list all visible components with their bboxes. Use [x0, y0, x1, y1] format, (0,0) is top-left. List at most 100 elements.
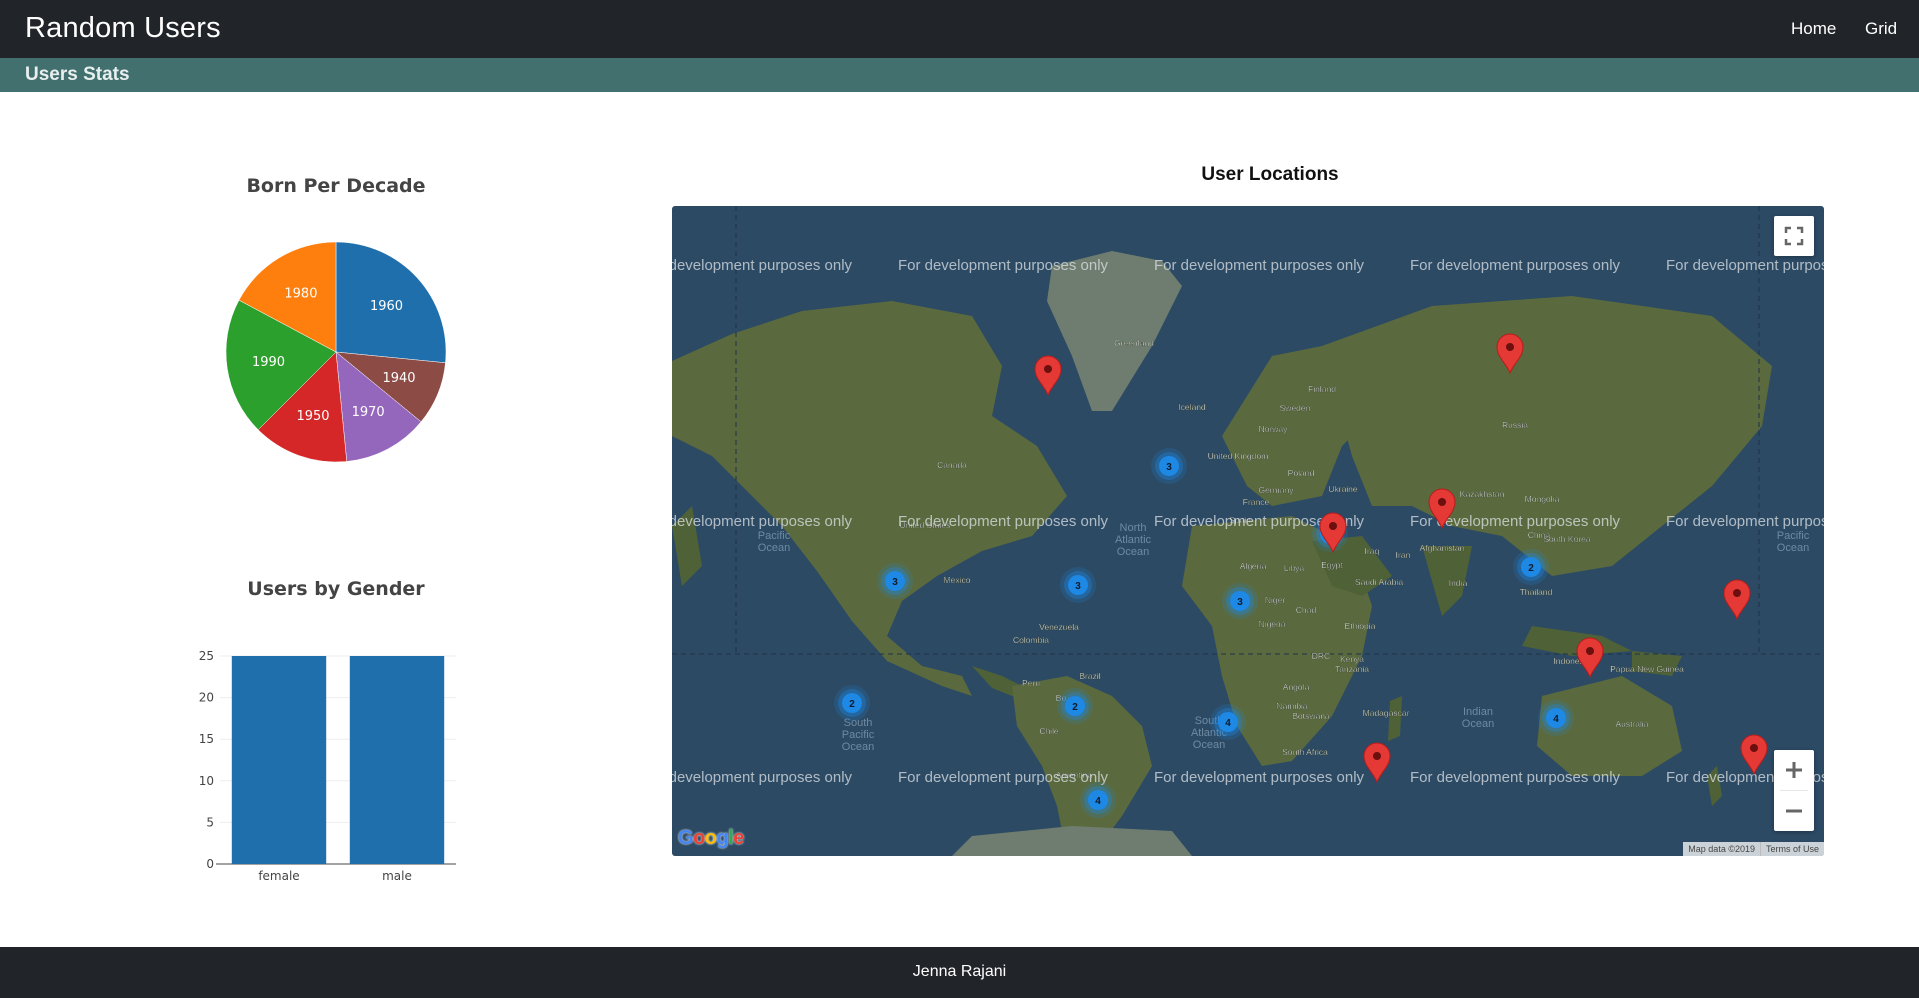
dev-watermark: For development purposes only: [898, 769, 1109, 786]
ocean-label: Ocean: [1117, 546, 1149, 558]
location-pin-icon[interactable]: [1363, 742, 1391, 784]
map-label: Algeria: [1240, 561, 1267, 571]
fullscreen-button[interactable]: [1774, 216, 1814, 256]
map-label: Canada: [937, 460, 967, 470]
cluster-count: 4: [1095, 796, 1101, 807]
map-label: Poland: [1288, 468, 1315, 478]
map-label: Venezuela: [1039, 622, 1079, 632]
ocean-label: Pacific: [758, 530, 791, 542]
footer: Jenna Rajani: [0, 947, 1919, 998]
dev-watermark: For development purposes only: [1666, 513, 1824, 530]
location-pin-icon[interactable]: [1723, 579, 1751, 621]
north-america: [672, 301, 1067, 696]
pie-label-1940: 1940: [382, 371, 415, 386]
dev-watermark: For development purposes only: [672, 769, 853, 786]
ocean-label: Ocean: [758, 542, 790, 554]
map-label: Libya: [1284, 563, 1305, 573]
map-label: South Africa: [1282, 747, 1328, 757]
cluster-count: 4: [1553, 714, 1559, 725]
map-label: Norway: [1259, 424, 1289, 434]
cluster-count: 2: [1528, 563, 1534, 574]
zoom-in-button[interactable]: [1774, 750, 1814, 790]
x-tick-label-male: male: [382, 869, 412, 883]
map-label: Chad: [1296, 605, 1317, 615]
map-label: Mongolia: [1525, 494, 1560, 504]
madagascar: [1388, 696, 1402, 741]
ocean-label: Indian: [1463, 706, 1493, 718]
map-label: Papua New Guinea: [1610, 664, 1684, 674]
brand-title[interactable]: Random Users: [25, 12, 221, 45]
cluster-count: 3: [1075, 581, 1081, 592]
map-label: Finland: [1308, 384, 1336, 394]
map-label: Greenland: [1114, 338, 1154, 348]
map-label: Mexico: [944, 575, 971, 585]
nav-link-grid[interactable]: Grid: [1865, 19, 1897, 39]
pin-center: [1438, 498, 1446, 506]
greenland: [1047, 251, 1182, 411]
pie-label-1990: 1990: [252, 355, 285, 370]
cluster-count: 3: [1237, 597, 1243, 608]
map-label: Australia: [1615, 719, 1648, 729]
ocean-label: Pacific: [842, 729, 875, 741]
google-logo[interactable]: Google: [678, 827, 744, 850]
y-tick-label: 10: [199, 774, 214, 788]
fullscreen-icon: [1784, 226, 1804, 246]
map-label: Peru: [1022, 678, 1040, 688]
map-attribution: Map data ©2019 Terms of Use: [1683, 842, 1824, 856]
map-label: Nigeria: [1259, 619, 1286, 629]
ocean-label: Pacific: [1777, 530, 1810, 542]
footer-author: Jenna Rajani: [912, 963, 1007, 980]
y-tick-label: 15: [199, 732, 214, 746]
pin-center: [1586, 647, 1594, 655]
map-label: Iraq: [1365, 546, 1380, 556]
dev-watermark: For development purposes only: [672, 257, 853, 274]
map-label: DRC: [1312, 651, 1330, 661]
map-label: Kenya: [1340, 654, 1364, 664]
pie-label-1970: 1970: [352, 405, 385, 420]
map-label: Niger: [1265, 595, 1285, 605]
map-label: Saudi Arabia: [1355, 577, 1403, 587]
map-label: Iceland: [1178, 402, 1206, 412]
nav-link-home[interactable]: Home: [1791, 19, 1836, 39]
pie-label-1960: 1960: [370, 299, 403, 314]
user-locations-map[interactable]: Greenland Iceland Finland Sweden Norway Russi…: [672, 206, 1824, 856]
map-label: Namibia: [1276, 701, 1307, 711]
pin-center: [1750, 744, 1758, 752]
map-label: Germany: [1259, 485, 1295, 495]
pin-center: [1329, 522, 1337, 530]
map-label: Chile: [1039, 726, 1059, 736]
map-label: Madagascar: [1363, 708, 1410, 718]
y-tick-label: 5: [206, 815, 214, 829]
map-label: Tanzania: [1335, 664, 1369, 674]
zoom-out-button[interactable]: [1774, 791, 1814, 831]
map-label: Brazil: [1079, 671, 1100, 681]
page-title: Users Stats: [25, 64, 130, 85]
map-title: User Locations: [1201, 164, 1339, 185]
ocean-label: Ocean: [842, 741, 874, 753]
ocean-label: Ocean: [1193, 739, 1225, 751]
ocean-label: North: [1120, 522, 1147, 534]
ocean-label: Atlantic: [1115, 534, 1152, 546]
location-pin-icon[interactable]: [1034, 355, 1062, 397]
dev-watermark: For development purposes only: [1410, 769, 1621, 786]
location-pin-icon[interactable]: [1576, 637, 1604, 679]
pin-center: [1044, 365, 1052, 373]
map-label: Kazakhstan: [1460, 489, 1505, 499]
map-label: Sweden: [1280, 403, 1311, 413]
ocean-label: Ocean: [1777, 542, 1809, 554]
terms-of-use-link[interactable]: Terms of Use: [1760, 842, 1824, 856]
bar-male[interactable]: [349, 656, 445, 864]
antarctica: [952, 826, 1192, 856]
map-label: Ethiopia: [1345, 621, 1376, 631]
map-label: Iran: [1396, 550, 1411, 560]
pie-label-1980: 1980: [284, 287, 317, 302]
map-label: India: [1449, 578, 1468, 588]
map-label: Afghanistan: [1420, 543, 1465, 553]
pin-center: [1506, 343, 1514, 351]
subheader-bar: Users Stats: [0, 58, 1919, 92]
navbar: Random Users Home Grid: [0, 0, 1919, 58]
bar-female[interactable]: [231, 656, 327, 864]
map-canvas[interactable]: Greenland Iceland Finland Sweden Norway Russi…: [672, 206, 1824, 856]
y-tick-label: 20: [199, 691, 214, 705]
bar-chart-title: Users by Gender: [247, 578, 425, 600]
